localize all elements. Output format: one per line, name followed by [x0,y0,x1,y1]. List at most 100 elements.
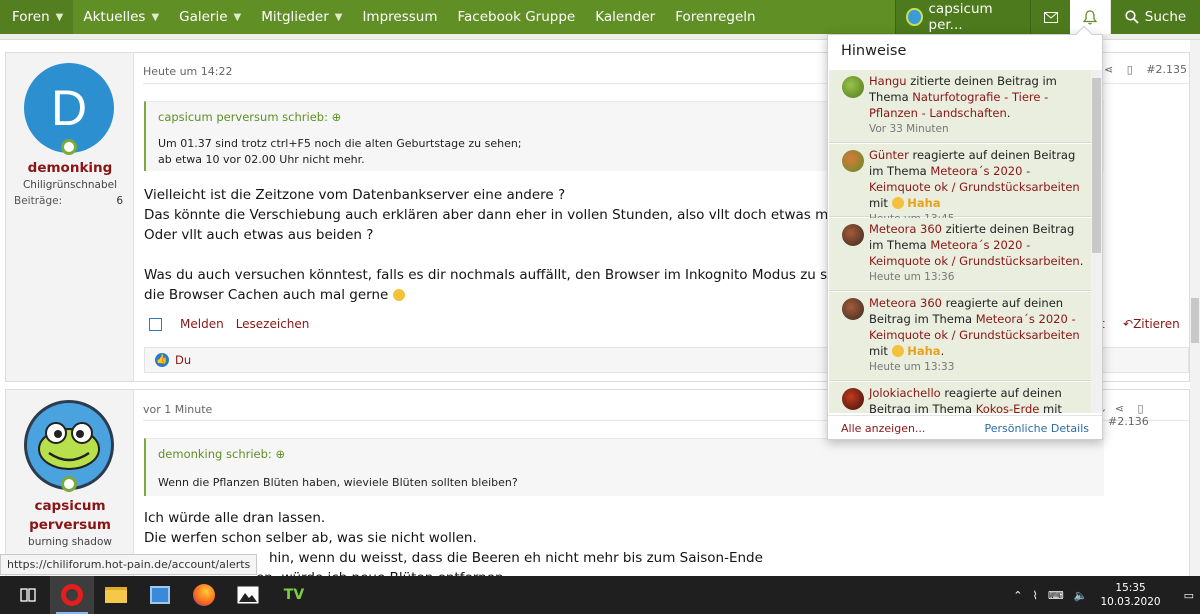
alert-item[interactable]: Meteora 360 zitierte deinen Beitrag im T… [829,218,1091,291]
reaction-label: Haha [907,344,941,358]
search-label: Suche [1144,9,1187,25]
alert-item[interactable]: Günter reagierte auf deinen Beitrag im T… [829,144,1091,225]
task-view-icon [20,588,36,602]
quote-button[interactable]: ↶Zitieren [1123,317,1180,331]
inbox-button[interactable] [1030,0,1070,34]
report-link[interactable]: Melden [180,317,224,331]
account-menu-button[interactable]: capsicum per... [895,0,1030,34]
nav-facebook-gruppe[interactable]: Facebook Gruppe [448,0,586,34]
user-title: Chiligrünschnabel [22,179,118,191]
quote-author[interactable]: demonking schrieb: ⊕ [158,447,285,461]
select-checkbox[interactable] [149,317,162,331]
photos-taskbar-button[interactable] [226,576,270,614]
alert-item[interactable]: Hangu zitierte deinen Beitrag im Thema N… [829,70,1091,143]
post-date[interactable]: Heute um 14:22 [143,65,232,78]
nav-aktuelles[interactable]: Aktuelles ▼ [73,0,169,34]
nav-mitglieder[interactable]: Mitglieder ▼ [251,0,352,34]
system-clock[interactable]: 15:35 10.03.2020 [1100,581,1160,609]
page-scrollbar-thumb[interactable] [1191,298,1199,343]
page-scrollbar[interactable] [1190,40,1200,576]
chevron-down-icon[interactable]: ▼ [228,12,242,23]
avatar[interactable] [842,76,864,98]
ime-icon[interactable]: ⌨ [1048,589,1064,602]
post-number[interactable]: #2.135 [1146,63,1187,76]
chevron-down-icon[interactable]: ▼ [145,12,159,23]
bell-icon [1083,9,1097,25]
post-tools: ⋖ ▯ #2.135 [1104,63,1187,76]
avatar[interactable] [842,150,864,172]
quote-block: demonking schrieb: ⊕ Wenn die Pflanzen B… [144,438,1104,496]
alert-user-link[interactable]: Meteora 360 [869,222,942,236]
alert-text: Jolokiachello reagierte auf deinen Beitr… [869,385,1085,413]
bookmark-icon[interactable]: ▯ [1137,402,1143,415]
notification-icon[interactable]: ▭ [1184,589,1194,602]
quote-text: Wenn die Pflanzen Blüten haben, wieviele… [158,476,518,489]
windows-taskbar: TV ⌃ ⌇ ⌨ 🔈 15:35 10.03.2020 ▭ [0,576,1200,614]
picture-icon [237,586,259,604]
personal-details-link[interactable]: Persönliche Details [985,422,1090,435]
firefox-taskbar-button[interactable] [182,576,226,614]
nav-foren[interactable]: Foren ▼ [0,0,74,34]
chevron-up-icon[interactable]: ⌃ [1013,589,1022,602]
paint-taskbar-button[interactable] [138,576,182,614]
user-title: burning shadow [28,536,112,548]
nav-kalender[interactable]: Kalender [585,0,665,34]
alert-user-link[interactable]: Günter [869,148,909,162]
search-icon [1125,10,1139,24]
alerts-button[interactable] [1070,0,1110,34]
chevron-down-icon[interactable]: ▼ [50,12,64,23]
alert-user-link[interactable]: Meteora 360 [869,296,942,310]
teamviewer-taskbar-button[interactable]: TV [272,576,316,614]
thinking-emoji-icon [392,289,405,301]
network-icon[interactable]: ⌇ [1033,589,1038,602]
task-view-button[interactable] [6,576,50,614]
popup-title: Hinweise [841,43,907,59]
image-editor-icon [150,586,170,604]
avatar[interactable] [842,224,864,246]
alert-user-link[interactable]: Hangu [869,74,907,88]
arrow-up-circle-icon[interactable]: ⊕ [275,447,285,461]
arrow-up-circle-icon[interactable]: ⊕ [332,110,342,124]
likes-list[interactable]: Du [175,353,191,367]
bookmark-icon[interactable]: ▯ [1127,63,1133,76]
avatar[interactable] [842,388,864,410]
tv-label: TV [283,587,305,603]
post-number[interactable]: #2.136 [1108,415,1149,428]
nav-forenregeln[interactable]: Forenregeln [665,0,765,34]
share-icon[interactable]: ⋖ [1104,63,1113,76]
scrollbar-thumb[interactable] [1092,78,1101,253]
opera-taskbar-button[interactable] [50,576,94,614]
volume-icon[interactable]: 🔈 [1074,589,1088,602]
alert-time: Heute um 13:36 [869,271,955,283]
top-navigation: Foren ▼ Aktuelles ▼ Galerie ▼ Mitglieder ▼ I… [0,0,1200,34]
alert-item[interactable]: Meteora 360 reagierte auf deinen Beitrag… [829,292,1091,381]
quote-author[interactable]: capsicum perversum schrieb: ⊕ [158,110,341,124]
reply-icon: ↶ [1123,317,1134,331]
quote-text: Um 01.37 sind trotz ctrl+F5 noch die alt… [158,137,522,166]
thumbs-up-icon: 👍 [155,353,169,367]
alert-item[interactable]: Jolokiachello reagierte auf deinen Beitr… [829,382,1091,413]
file-explorer-taskbar-button[interactable] [94,576,138,614]
system-tray: ⌃ ⌇ ⌨ 🔈 15:35 10.03.2020 ▭ [1008,576,1200,614]
show-all-alerts-link[interactable]: Alle anzeigen... [841,422,925,435]
search-button[interactable]: Suche [1110,0,1200,34]
username[interactable]: capsicum perversum [6,497,134,535]
alert-text: Meteora 360 zitierte deinen Beitrag im T… [869,222,1084,283]
chevron-down-icon[interactable]: ▼ [329,12,343,23]
bookmark-link[interactable]: Lesezeichen [236,317,310,331]
haha-emoji-icon [891,197,904,209]
opera-icon [61,584,83,606]
username[interactable]: demonking [6,160,134,176]
alerts-scrollbar[interactable] [1091,70,1102,413]
nav-account-area: capsicum per... Suche [895,0,1200,34]
haha-emoji-icon [891,345,904,357]
avatar[interactable] [842,298,864,320]
alert-time: Vor 33 Minuten [869,123,949,135]
share-icon[interactable]: ⋖ [1115,402,1124,415]
post-actions: Melden Lesezeichen [149,317,309,331]
alert-user-link[interactable]: Jolokiachello [869,386,941,400]
post-date[interactable]: vor 1 Minute [143,403,212,416]
nav-galerie[interactable]: Galerie ▼ [169,0,251,34]
alert-thread-link[interactable]: Kokos-Erde [976,402,1040,413]
nav-impressum[interactable]: Impressum [352,0,447,34]
